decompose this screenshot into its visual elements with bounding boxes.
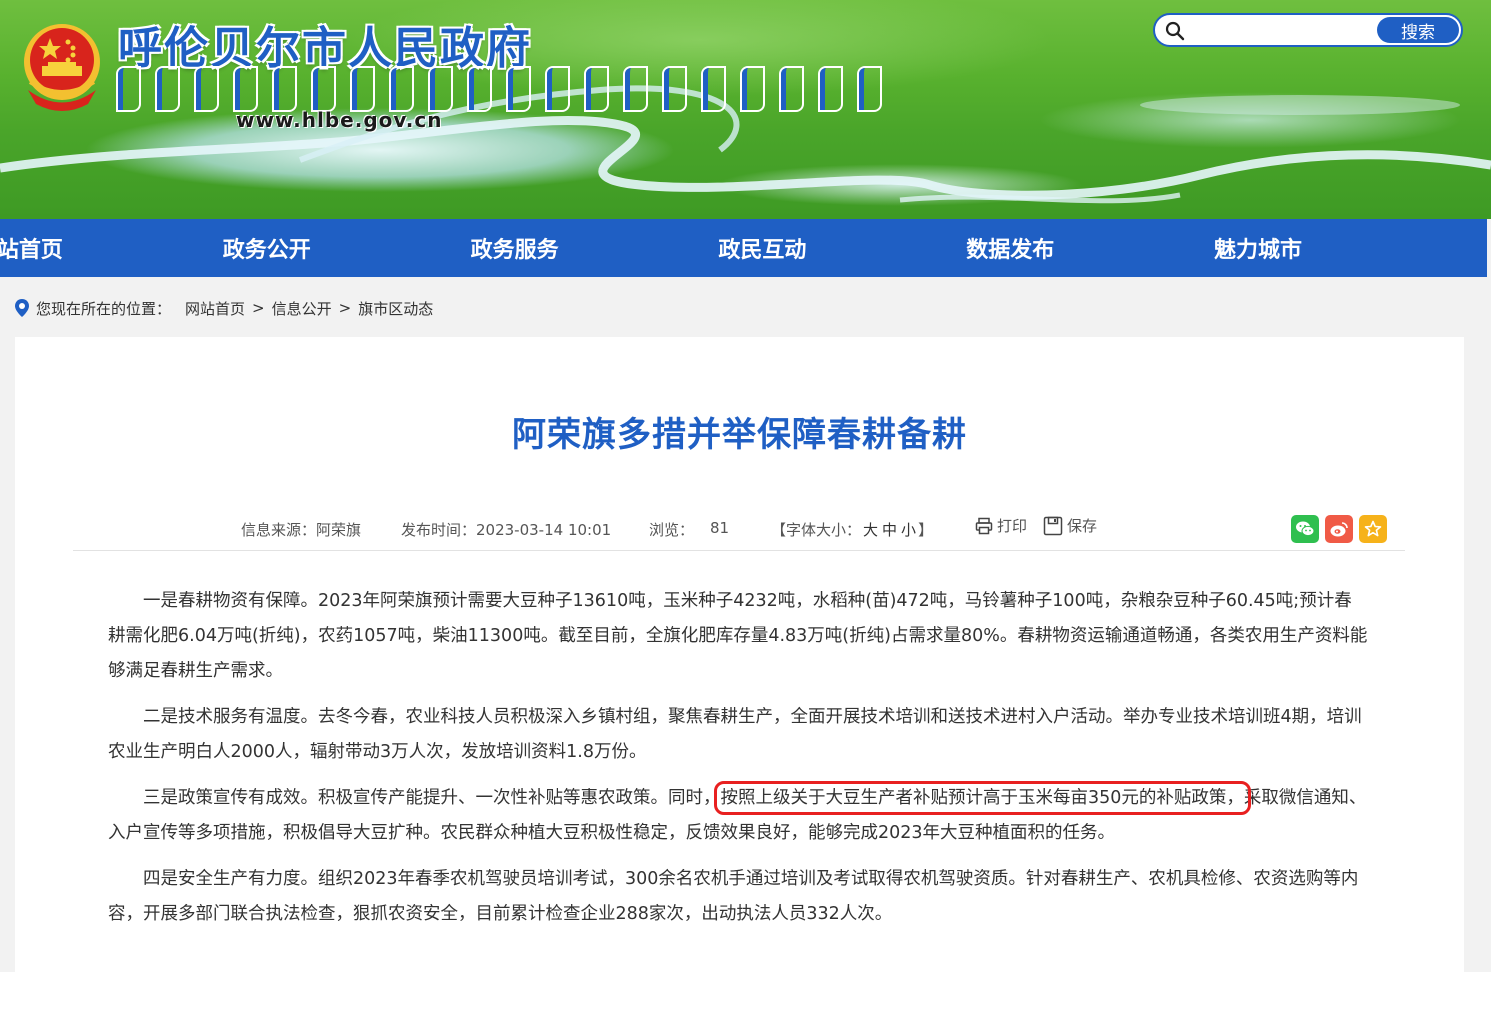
nav-item-home[interactable]: 网站首页 — [0, 219, 248, 277]
article-meta: 信息来源：阿荣旗 发布时间：2023-03-14 10:01 浏览： 81 【字… — [73, 503, 1405, 551]
location-pin-icon — [15, 299, 29, 317]
mongolian-script-title — [118, 68, 880, 112]
search-button[interactable]: 搜索 — [1377, 17, 1459, 43]
breadcrumb-home[interactable]: 网站首页 — [185, 298, 245, 319]
save-label: 保存 — [1067, 517, 1098, 535]
share-wechat-button[interactable] — [1291, 515, 1319, 543]
font-medium-button[interactable]: 中 — [882, 521, 897, 539]
search-input[interactable] — [1195, 19, 1379, 43]
meta-source: 信息来源：阿荣旗 — [241, 521, 362, 539]
nav-label: 政务公开 — [222, 238, 311, 263]
nav-label: 数据发布 — [966, 238, 1055, 263]
meta-views-count: 81 — [710, 519, 730, 537]
nav-label: 政民互动 — [718, 238, 807, 263]
printer-icon — [975, 517, 993, 534]
nav-item-data-release[interactable]: 数据发布 — [966, 219, 1239, 277]
meta-publish-time: 发布时间：2023-03-14 10:01 — [401, 521, 612, 539]
nav-item-government-affairs[interactable]: 政务公开 — [223, 219, 496, 277]
main-nav: 网站首页 政务公开 政务服务 政民互动 数据发布 魅力城市 — [0, 219, 1487, 277]
national-emblem-icon — [24, 24, 100, 111]
print-button[interactable]: 打印 — [975, 515, 1027, 536]
print-label: 打印 — [997, 517, 1028, 535]
nav-item-interaction[interactable]: 政民互动 — [718, 219, 991, 277]
weibo-icon — [1330, 522, 1348, 537]
font-small-button[interactable]: 小 — [901, 521, 916, 539]
breadcrumb: 您现在所在的位置： 网站首页 > 信息公开 > 旗市区动态 — [14, 296, 433, 320]
breadcrumb-separator: > — [252, 299, 265, 317]
font-size-suffix: 】 — [918, 521, 934, 539]
font-large-button[interactable]: 大 — [863, 521, 878, 539]
article-body: 一是春耕物资有保障。2023年阿荣旗预计需要大豆种子13610吨，玉米种子423… — [108, 584, 1368, 943]
save-button[interactable]: 保存 — [1043, 515, 1097, 536]
nav-label: 网站首页 — [0, 238, 63, 263]
paragraph-safety: 四是安全生产有力度。组织2023年春季农机驾驶员培训考试，300余名农机手通过培… — [108, 869, 1359, 924]
meta-views-label: 浏览： — [649, 521, 695, 539]
nav-item-government-services[interactable]: 政务服务 — [471, 219, 744, 277]
paragraph-supplies: 一是春耕物资有保障。2023年阿荣旗预计需要大豆种子13610吨，玉米种子423… — [108, 591, 1368, 681]
font-size-prefix: 【字体大小： — [771, 521, 862, 539]
nav-label: 政务服务 — [470, 238, 559, 263]
paragraph-technical-service: 二是技术服务有温度。去冬今春，农业科技人员积极深入乡镇村组，聚焦春耕生产，全面开… — [108, 707, 1362, 762]
nav-item-charm-city[interactable]: 魅力城市 — [1214, 219, 1487, 277]
paragraph-policy: 三是政策宣传有成效。积极宣传产能提升、一次性补贴等惠农政策。同时，按照上级关于大… — [108, 781, 1368, 851]
highlighted-subsidy-text: 按照上级关于大豆生产者补贴预计高于玉米每亩350元的补贴政策， — [713, 781, 1251, 815]
page-footer-area — [0, 972, 1491, 1018]
floppy-disk-icon — [1043, 516, 1063, 535]
policy-text-before: 三是政策宣传有成效。积极宣传产能提升、一次性补贴等惠农政策。同时， — [143, 788, 721, 808]
article-container: 阿荣旗多措并举保障春耕备耕 信息来源：阿荣旗 发布时间：2023-03-14 1… — [15, 337, 1464, 977]
share-weibo-button[interactable] — [1325, 515, 1353, 543]
nav-label: 魅力城市 — [1214, 238, 1303, 263]
site-url: www.hlbe.gov.cn — [236, 108, 443, 132]
breadcrumb-district-news[interactable]: 旗市区动态 — [358, 298, 433, 319]
favorite-button[interactable] — [1359, 515, 1387, 543]
wechat-icon — [1296, 521, 1315, 537]
article-title: 阿荣旗多措并举保障春耕备耕 — [512, 415, 967, 455]
star-icon — [1364, 520, 1382, 537]
search-icon — [1165, 21, 1185, 41]
breadcrumb-info-public[interactable]: 信息公开 — [272, 298, 332, 319]
font-size-control: 【字体大小：大中小】 — [771, 519, 933, 540]
site-title: 呼伦贝尔市人民政府 — [118, 23, 532, 74]
breadcrumb-separator: > — [338, 299, 352, 317]
search-box: 搜索 — [1153, 13, 1463, 47]
breadcrumb-lead: 您现在所在的位置： — [36, 299, 172, 318]
